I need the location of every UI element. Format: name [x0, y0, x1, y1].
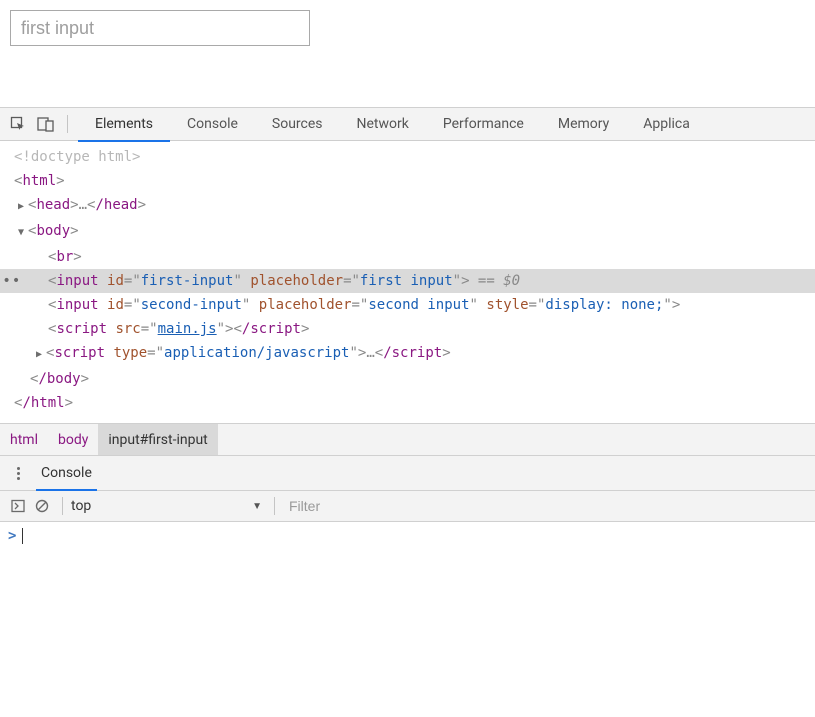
dom-br[interactable]: <br> — [0, 245, 815, 269]
tab-application[interactable]: Applica — [626, 108, 707, 141]
console-controls: top ▼ — [0, 490, 815, 522]
dom-input-first[interactable]: •••<input id="first-input" placeholder="… — [0, 269, 815, 293]
first-input[interactable] — [10, 10, 310, 46]
console-drawer-tab[interactable]: Console — [36, 456, 97, 491]
console-prompt-icon: > — [8, 528, 16, 544]
devtools-toolbar: Elements Console Sources Network Perform… — [0, 108, 815, 141]
dom-script-inline[interactable]: ▶<script type="application/javascript">…… — [0, 341, 815, 367]
console-filter-input[interactable] — [283, 494, 809, 518]
dom-tree[interactable]: <!doctype html> <html> ▶<head>…</head> ▼… — [0, 141, 815, 423]
kebab-menu-icon[interactable] — [6, 467, 30, 480]
dom-html-close[interactable]: </html> — [0, 391, 815, 415]
breadcrumb-body[interactable]: body — [48, 424, 98, 455]
console-context-selector[interactable]: top ▼ — [71, 498, 266, 514]
devtools-panel: Elements Console Sources Network Perform… — [0, 107, 815, 550]
console-divider — [274, 497, 275, 515]
console-body[interactable]: > — [0, 522, 815, 550]
device-toolbar-icon[interactable] — [35, 113, 57, 135]
chevron-down-icon: ▼ — [252, 501, 262, 512]
dom-body-close[interactable]: </body> — [0, 367, 815, 391]
tab-memory[interactable]: Memory — [541, 108, 626, 141]
console-sidebar-toggle-icon[interactable] — [6, 499, 30, 513]
dom-input-second[interactable]: <input id="second-input" placeholder="se… — [0, 293, 815, 317]
console-context-label: top — [71, 498, 91, 514]
tab-elements[interactable]: Elements — [78, 108, 170, 141]
dom-body-open[interactable]: ▼<body> — [0, 219, 815, 245]
console-divider — [62, 497, 63, 515]
dom-doctype[interactable]: <!doctype html> — [0, 145, 815, 169]
breadcrumb-input[interactable]: input#first-input — [98, 424, 217, 455]
tab-network[interactable]: Network — [340, 108, 426, 141]
console-drawer-header: Console — [0, 455, 815, 490]
page-viewport — [0, 0, 815, 107]
dom-script-src[interactable]: <script src="main.js"></script> — [0, 317, 815, 341]
devtools-tabs: Elements Console Sources Network Perform… — [78, 108, 707, 141]
tab-console[interactable]: Console — [170, 108, 255, 141]
inspect-element-icon[interactable] — [7, 113, 29, 135]
clear-console-icon[interactable] — [30, 499, 54, 513]
tab-performance[interactable]: Performance — [426, 108, 541, 141]
tab-sources[interactable]: Sources — [255, 108, 340, 141]
dom-head[interactable]: ▶<head>…</head> — [0, 193, 815, 219]
breadcrumb: html body input#first-input — [0, 423, 815, 455]
dom-html-open[interactable]: <html> — [0, 169, 815, 193]
breadcrumb-html[interactable]: html — [0, 424, 48, 455]
toolbar-divider — [67, 115, 68, 133]
console-cursor — [22, 528, 23, 544]
